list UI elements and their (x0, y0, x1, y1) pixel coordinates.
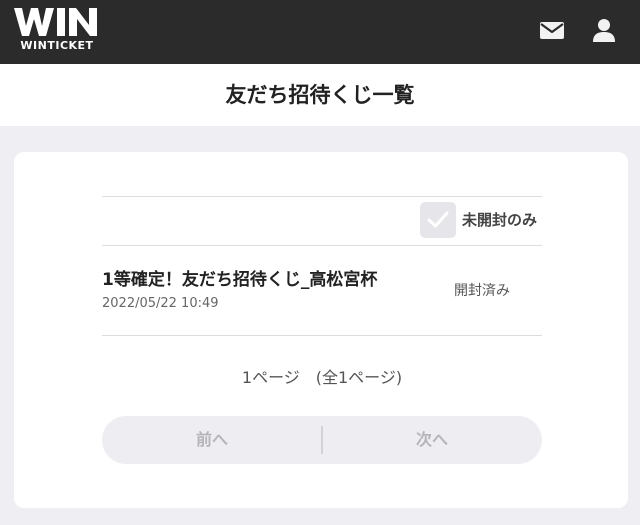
page-info: 1ページ (全1ページ) (241, 368, 403, 387)
checkmark-icon (427, 211, 449, 228)
winticket-logo[interactable]: WINTICKET (14, 6, 104, 54)
divider (102, 335, 542, 336)
content-card: 未開封のみ 1等確定！友だち招待くじ_高松宮杯 2022/05/22 10:49… (14, 152, 628, 508)
pagination: 前へ 次へ (102, 416, 542, 464)
next-button[interactable]: 次へ (322, 416, 542, 464)
lottery-date: 2022/05/22 10:49 (102, 296, 219, 311)
filter-checkbox[interactable] (420, 202, 456, 238)
app-header: WINTICKET (0, 0, 640, 64)
prev-button[interactable]: 前へ (102, 416, 322, 464)
page-title: 友だち招待くじ一覧 (225, 83, 415, 107)
unopened-only-filter[interactable]: 未開封のみ (420, 202, 545, 238)
divider (102, 196, 542, 197)
logo-wordmark: WINTICKET (20, 39, 94, 52)
filter-label: 未開封のみ (462, 211, 538, 229)
title-bar: 友だち招待くじ一覧 (0, 64, 640, 126)
user-icon[interactable] (590, 16, 618, 44)
lottery-title: 1等確定！友だち招待くじ_高松宮杯 (102, 270, 378, 290)
status-badge: 開封済み (454, 283, 510, 299)
win-logo-mark (14, 8, 97, 36)
mail-icon[interactable] (538, 16, 566, 44)
list-item[interactable]: 1等確定！友だち招待くじ_高松宮杯 2022/05/22 10:49 開封済み (102, 246, 542, 335)
